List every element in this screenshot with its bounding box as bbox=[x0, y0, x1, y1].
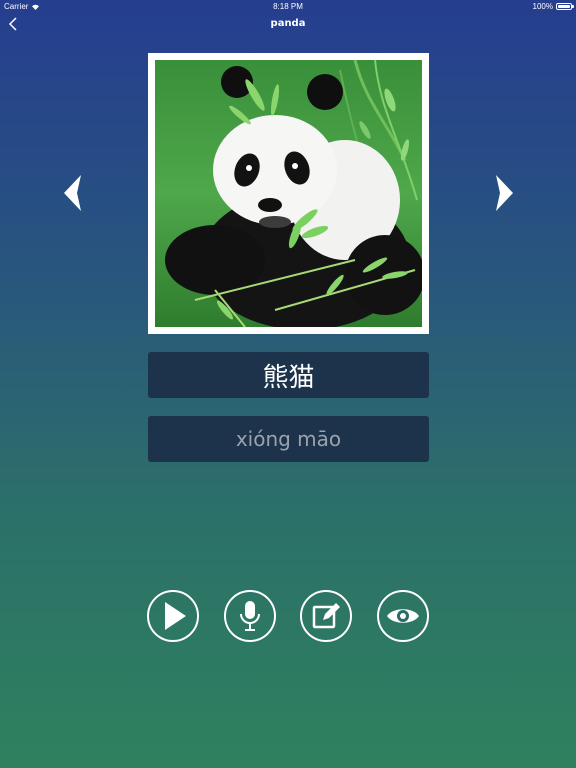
microphone-icon bbox=[240, 601, 260, 631]
pinyin-text: xióng māo bbox=[235, 427, 342, 451]
nav-bar: panda bbox=[0, 12, 576, 36]
write-button[interactable] bbox=[300, 590, 352, 642]
triangle-left-icon[interactable] bbox=[63, 174, 83, 212]
hanzi-text: 熊猫 bbox=[262, 362, 315, 393]
hanzi-word-box: 熊猫 bbox=[148, 352, 429, 398]
flashcard-image bbox=[148, 53, 429, 334]
panda-image bbox=[155, 60, 422, 327]
page-title: panda bbox=[270, 18, 306, 29]
triangle-right-icon[interactable] bbox=[494, 174, 514, 212]
clock: 8:18 PM bbox=[273, 2, 303, 11]
status-bar: Carrier 8:18 PM 100% bbox=[0, 0, 576, 12]
view-button[interactable] bbox=[377, 590, 429, 642]
play-icon bbox=[165, 602, 186, 630]
play-button[interactable] bbox=[147, 590, 199, 642]
edit-icon bbox=[312, 603, 340, 629]
battery-indicator: 100% bbox=[532, 2, 574, 11]
record-button[interactable] bbox=[224, 590, 276, 642]
battery-icon bbox=[556, 3, 574, 10]
pinyin-word-box[interactable]: xióng māo bbox=[148, 416, 429, 462]
eye-icon bbox=[387, 609, 419, 623]
battery-percent: 100% bbox=[532, 2, 553, 11]
control-bar bbox=[0, 590, 576, 642]
